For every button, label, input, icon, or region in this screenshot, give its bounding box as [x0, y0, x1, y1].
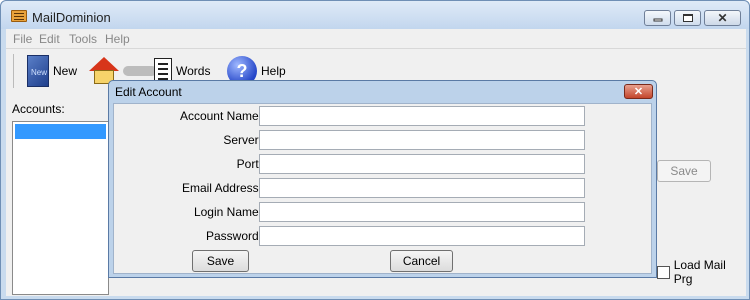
menu-help[interactable]: Help: [105, 32, 130, 46]
account-name-input[interactable]: [259, 106, 585, 126]
account-name-row: Account Name:: [114, 106, 653, 126]
menu-edit[interactable]: Edit: [39, 32, 60, 46]
email-address-row: Email Address:: [114, 178, 653, 198]
dialog-title-bar[interactable]: Edit Account ✕: [109, 81, 656, 103]
server-row: Server:: [114, 130, 653, 150]
account-name-label: Account Name:: [179, 109, 262, 123]
dialog-title: Edit Account: [115, 85, 182, 99]
password-input[interactable]: [259, 226, 585, 246]
maximize-icon: [682, 14, 693, 22]
new-document-icon: New: [27, 55, 49, 87]
accounts-label: Accounts:: [12, 102, 65, 116]
toolbar-separator: [13, 54, 14, 88]
words-label: Words: [176, 64, 211, 78]
new-button[interactable]: New New: [27, 54, 77, 88]
new-icon-text: New: [31, 68, 48, 77]
mail-app-icon: [11, 10, 27, 22]
blurred-label: [123, 66, 157, 76]
menu-file[interactable]: File: [13, 32, 32, 46]
minimize-button[interactable]: [644, 10, 671, 26]
dialog-close-button[interactable]: ✕: [624, 84, 653, 99]
background-save-button[interactable]: Save: [657, 160, 711, 182]
port-input[interactable]: [259, 154, 585, 174]
title-bar[interactable]: MailDominion ✕: [1, 1, 749, 29]
account-list-item-selected[interactable]: [15, 124, 106, 139]
edit-account-dialog: Edit Account ✕ Account Name: Server: Por…: [108, 80, 657, 278]
menu-bar: File Edit Tools Help: [6, 29, 746, 49]
close-icon: ✕: [633, 86, 644, 98]
maximize-button[interactable]: [674, 10, 701, 26]
email-address-label: Email Address:: [181, 181, 262, 195]
load-mail-checkbox-row[interactable]: Load Mail Prg: [657, 258, 746, 286]
new-label: New: [53, 64, 78, 78]
password-label: Password:: [205, 229, 262, 243]
menu-tools[interactable]: Tools: [69, 32, 97, 46]
dialog-body: Account Name: Server: Port: Email Addres…: [113, 103, 652, 274]
load-mail-checkbox[interactable]: [657, 265, 670, 279]
email-address-input[interactable]: [259, 178, 585, 198]
server-input[interactable]: [259, 130, 585, 150]
login-name-row: Login Name:: [114, 202, 653, 222]
app-title: MailDominion: [32, 10, 111, 25]
login-name-input[interactable]: [259, 202, 585, 222]
password-row: Password:: [114, 226, 653, 246]
help-label: Help: [261, 64, 286, 78]
accounts-list[interactable]: [12, 121, 109, 295]
cancel-button[interactable]: Cancel: [390, 250, 453, 272]
minimize-icon: [653, 18, 662, 22]
close-icon: ✕: [717, 11, 728, 25]
port-row: Port:: [114, 154, 653, 174]
login-name-label: Login Name:: [193, 205, 262, 219]
server-label: Server:: [223, 133, 262, 147]
window-controls: ✕: [644, 10, 741, 26]
load-mail-label: Load Mail Prg: [673, 258, 726, 286]
close-button[interactable]: ✕: [704, 10, 741, 26]
save-button[interactable]: Save: [192, 250, 249, 272]
